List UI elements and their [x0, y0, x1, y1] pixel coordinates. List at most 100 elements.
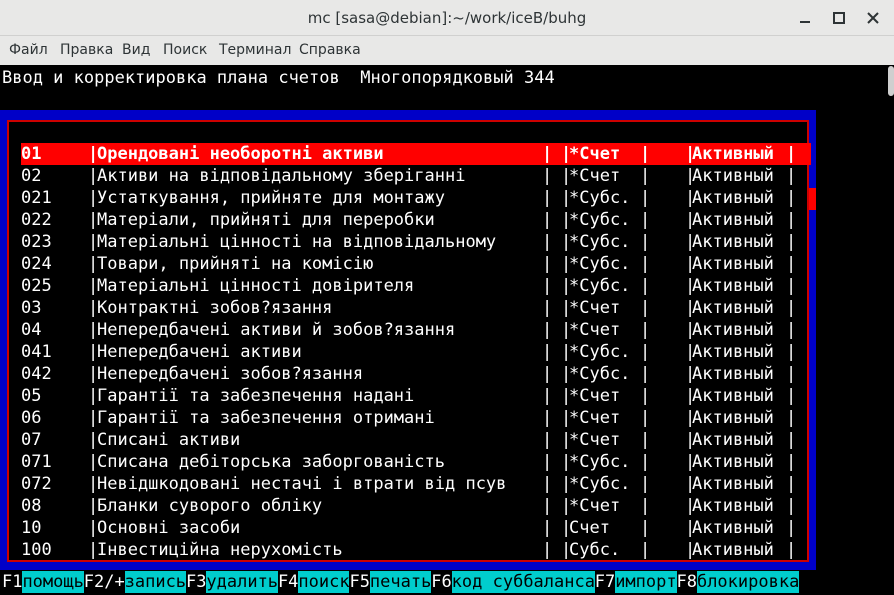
column-separator: |: [640, 298, 651, 318]
account-code: 024: [21, 254, 52, 274]
minimize-button[interactable]: [795, 8, 815, 28]
column-separator: |: [786, 188, 797, 208]
account-status: Активный: [692, 518, 774, 538]
column-separator: |: [640, 408, 651, 428]
menu-edit[interactable]: Правка: [60, 42, 113, 58]
account-code: 100: [21, 540, 52, 560]
fkey-8-key[interactable]: F8: [676, 571, 697, 593]
fkey-1-key[interactable]: F1: [2, 571, 23, 593]
column-separator: |: [786, 474, 797, 494]
fkey-6-key[interactable]: F6: [431, 571, 452, 593]
account-row[interactable]: 071 | Списана дебіторська заборгованість | |…: [21, 451, 811, 473]
account-row[interactable]: 06 | Гарантії та забезпечення отримані | | *С…: [21, 407, 811, 429]
account-type: *Счет: [569, 320, 621, 340]
account-code: 025: [21, 276, 52, 296]
account-type: Субс.: [569, 540, 621, 560]
fkey-3-label[interactable]: удалить: [206, 571, 279, 593]
account-name: Устаткування, прийняте для монтажу: [97, 188, 445, 208]
account-row[interactable]: 042 | Непередбачені зобов?язання | | *Субс. | |…: [21, 363, 811, 385]
account-row[interactable]: 025 | Матеріальні цінності довірителя | | *Су…: [21, 275, 811, 297]
fkey-6-label[interactable]: код суббаланса: [451, 571, 595, 593]
account-status: Активный: [692, 320, 774, 340]
account-name: Інвестиційна нерухомість: [97, 540, 343, 560]
column-separator: |: [786, 452, 797, 472]
close-icon: [867, 12, 879, 24]
account-status: Активный: [692, 496, 774, 516]
maximize-button[interactable]: [829, 8, 849, 28]
column-separator: |: [786, 540, 797, 560]
column-separator: |: [640, 320, 651, 340]
column-separator: |: [640, 232, 651, 252]
account-type: *Счет: [569, 430, 621, 450]
account-row[interactable]: 07 | Списані активи | | *Счет | | Активный |: [21, 429, 811, 451]
menu-terminal[interactable]: Терминал: [219, 42, 291, 58]
column-separator: |: [786, 496, 797, 516]
column-separator: |: [786, 430, 797, 450]
account-type: *Субс.: [569, 342, 631, 362]
fkey-5-key[interactable]: F5: [349, 571, 370, 593]
column-separator: |: [542, 364, 553, 384]
account-row[interactable]: 02 | Активи на відповідальному зберіганні |…: [21, 165, 811, 187]
column-separator: |: [542, 298, 553, 318]
terminal-scrollbar[interactable]: [888, 66, 894, 96]
column-separator: |: [786, 276, 797, 296]
menu-file[interactable]: Файл: [9, 42, 48, 58]
column-separator: |: [640, 144, 651, 164]
menu-help[interactable]: Справка: [299, 42, 361, 58]
column-separator: |: [640, 166, 651, 186]
account-row[interactable]: 10 | Основні засоби | | Счет | | Активный |: [21, 517, 811, 539]
fkey-7-key[interactable]: F7: [594, 571, 616, 593]
fkey-4-key[interactable]: F4: [277, 571, 299, 593]
column-separator: |: [542, 496, 553, 516]
fkey-2-label[interactable]: запись: [124, 571, 187, 593]
column-separator: |: [786, 210, 797, 230]
account-name: Матеріальні цінності на відповідальному: [97, 232, 497, 252]
account-row[interactable]: 022 | Матеріали, прийняті для переробки | | *…: [21, 209, 811, 231]
account-row[interactable]: 03 | Контрактні зобов?язання | | *Счет | | Актив…: [21, 297, 811, 319]
column-separator: |: [640, 540, 651, 560]
account-row[interactable]: 01 | Орендовані необоротні активи | | *Счет | |…: [21, 143, 811, 165]
screen-heading: Ввод и корректировка плана счетов Многоп…: [2, 68, 555, 88]
account-row[interactable]: 072 | Невідшкодовані нестачі і втрати від …: [21, 473, 811, 495]
account-type: *Счет: [569, 408, 621, 428]
fkey-8-label[interactable]: блокировка: [696, 571, 800, 593]
account-status: Активный: [692, 342, 774, 362]
account-type: *Субс.: [569, 364, 631, 384]
column-separator: |: [542, 188, 553, 208]
menu-view[interactable]: Вид: [122, 42, 150, 58]
account-row[interactable]: 05 | Гарантії та забезпечення надані | | *Сче…: [21, 385, 811, 407]
fkey-3-key[interactable]: F3: [185, 571, 207, 593]
account-row[interactable]: 08 | Бланки суворого обліку | | *Счет | | Активн…: [21, 495, 811, 517]
account-row[interactable]: 100 | Інвестиційна нерухомість | | Субс. | | Акт…: [21, 539, 811, 561]
account-row[interactable]: 021 | Устаткування, прийняте для монтажу | |…: [21, 187, 811, 209]
accounts-dialog-body: 01 | Орендовані необоротні активи | | *Счет | |…: [7, 120, 811, 562]
window-title: mc [sasa@debian]:~/work/iceB/buhg: [307, 9, 587, 27]
account-name: Гарантії та забезпечення отримані: [97, 408, 435, 428]
column-separator: |: [640, 276, 651, 296]
fkey-2-key[interactable]: F2/+: [83, 571, 125, 593]
column-separator: |: [542, 386, 553, 406]
column-separator: |: [542, 430, 553, 450]
column-separator: |: [542, 210, 553, 230]
account-status: Активный: [692, 188, 774, 208]
fkey-7-label[interactable]: импорт: [615, 571, 677, 593]
account-row[interactable]: 023 | Матеріальні цінності на відповідальн…: [21, 231, 811, 253]
account-row[interactable]: 041 | Непередбачені активи | | *Субс. | | Активн…: [21, 341, 811, 363]
fkey-1-label[interactable]: помощь: [22, 571, 84, 593]
account-code: 04: [21, 320, 42, 340]
terminal-area[interactable]: Ввод и корректировка плана счетов Многоп…: [0, 65, 894, 595]
fkey-5-label[interactable]: печать: [369, 571, 432, 593]
menu-search[interactable]: Поиск: [163, 42, 207, 58]
close-button[interactable]: [863, 8, 883, 28]
account-code: 03: [21, 298, 42, 318]
column-separator: |: [640, 452, 651, 472]
account-row[interactable]: 024 | Товари, прийняті на комісію | | *Субс. |…: [21, 253, 811, 275]
title-bar: mc [sasa@debian]:~/work/iceB/buhg: [0, 0, 894, 36]
account-row[interactable]: 04 | Непередбачені активи й зобов?язання | |…: [21, 319, 811, 341]
fkey-4-label[interactable]: поиск: [298, 571, 350, 593]
column-separator: |: [640, 364, 651, 384]
column-separator: |: [542, 540, 553, 560]
column-separator: |: [640, 342, 651, 362]
account-type: *Счет: [569, 386, 621, 406]
column-separator: |: [640, 386, 651, 406]
